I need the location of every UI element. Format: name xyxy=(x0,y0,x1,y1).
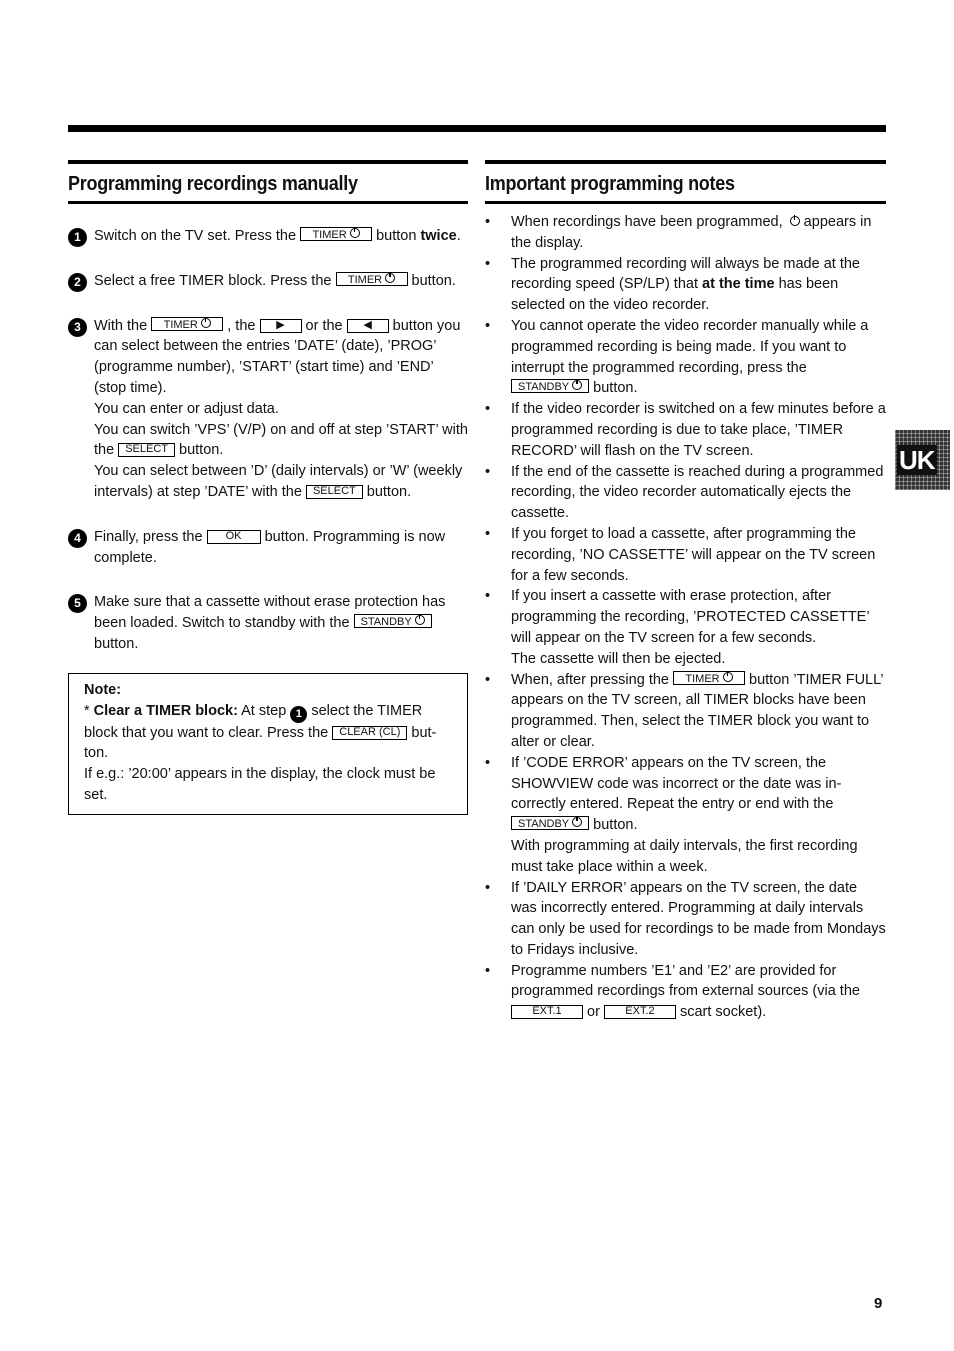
list-item: Programme numbers ’E1’ and ’E2’ are prov… xyxy=(485,961,886,1023)
step-number-1: 1 xyxy=(290,705,308,723)
note-box: Note: * Clear a TIMER block: At step 1 s… xyxy=(68,672,468,815)
standby-key: STANDBY xyxy=(511,379,590,394)
list-item: When recordings have been programmed, ap… xyxy=(485,212,886,254)
standby-key: STANDBY xyxy=(353,614,432,629)
timer-key: TIMER xyxy=(151,316,224,331)
forward-key: ▶ xyxy=(259,318,302,333)
section-heading-notes: Important programming notes xyxy=(485,160,886,204)
step-number-3: 3 xyxy=(68,317,87,337)
step-4: 4 Finally, press the OK button. Programm… xyxy=(68,527,468,569)
timer-key: TIMER xyxy=(300,227,373,241)
right-column: Important programming notes When recordi… xyxy=(485,160,886,1023)
list-item: If the end of the cassette is reached du… xyxy=(485,462,886,524)
timer-icon xyxy=(722,670,733,682)
step-3: 3 With the TIMER , the ▶ or the ◀ button… xyxy=(68,316,468,503)
step-2: 2 Select a free TIMER block. Press the T… xyxy=(68,271,468,292)
step-1: 1 Switch on the TV set. Press the TIMER … xyxy=(68,226,468,247)
power-icon xyxy=(572,379,583,391)
list-item: You cannot operate the video recorder ma… xyxy=(485,316,886,399)
timer-icon xyxy=(200,316,211,328)
step-number-2: 2 xyxy=(68,272,87,292)
timer-icon xyxy=(349,227,360,238)
step-number-1: 1 xyxy=(68,228,87,247)
list-item: If the video recorder is switched on a f… xyxy=(485,399,886,461)
section-heading-manual: Programming recordings manually xyxy=(68,160,468,204)
timer-key: TIMER xyxy=(673,670,745,685)
timer-key: TIMER xyxy=(335,271,408,286)
left-column: Programming recordings manually 1 Switch… xyxy=(68,160,468,815)
list-item: The programmed recording will always be … xyxy=(485,254,886,316)
clear-key: CLEAR (CL) xyxy=(332,725,408,740)
ext2-key: EXT.2 xyxy=(603,1005,676,1020)
back-key: ◀ xyxy=(346,318,389,333)
list-item: If you forget to load a cassette, after … xyxy=(485,524,886,586)
ok-key: OK xyxy=(206,529,261,544)
step-number-5: 5 xyxy=(68,594,87,614)
select-key: SELECT xyxy=(118,443,175,458)
top-rule xyxy=(68,125,886,132)
ext1-key: EXT.1 xyxy=(511,1005,583,1020)
page-number: 9 xyxy=(874,1295,883,1312)
step-5: 5 Make sure that a cassette without eras… xyxy=(68,592,468,654)
list-item: If ’CODE ERROR’ appears on the TV screen… xyxy=(485,753,886,878)
list-item: If you insert a cassette with erase prot… xyxy=(485,586,886,669)
standby-key: STANDBY xyxy=(511,816,590,831)
language-tab: UK xyxy=(895,430,950,490)
step-number-4: 4 xyxy=(68,528,87,548)
timer-icon xyxy=(385,271,396,283)
power-icon xyxy=(572,816,583,828)
select-key: SELECT xyxy=(305,484,363,499)
notes-list: When recordings have been programmed, ap… xyxy=(485,212,886,1023)
timer-icon xyxy=(789,215,800,226)
list-item: If ’DAILY ERROR’ appears on the TV scree… xyxy=(485,878,886,961)
power-icon xyxy=(414,614,425,626)
list-item: When, after pressing the TIMER button ’T… xyxy=(485,670,886,753)
